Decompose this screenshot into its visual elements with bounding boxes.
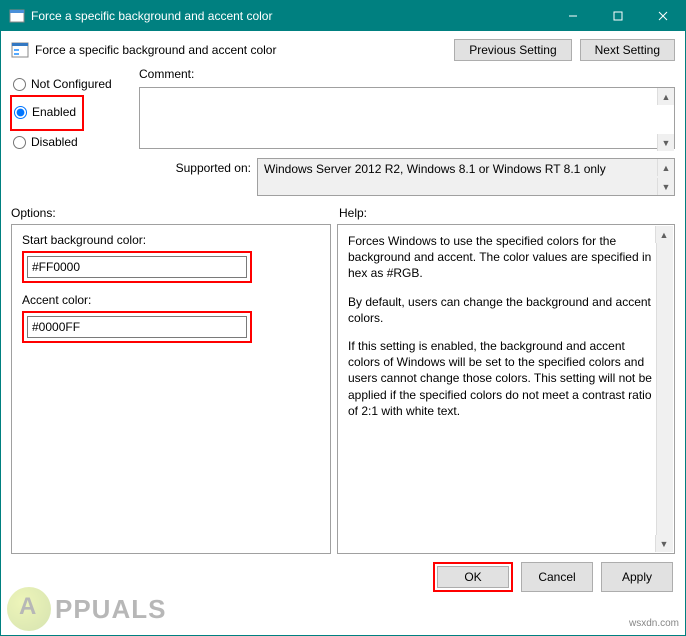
scroll-up-icon[interactable]: ▲ <box>657 159 674 176</box>
help-section-label: Help: <box>335 206 675 220</box>
bg-color-input[interactable] <box>27 256 247 278</box>
bg-color-label: Start background color: <box>22 233 320 247</box>
options-pane: Start background color: Accent color: <box>11 224 331 554</box>
accent-color-input[interactable] <box>27 316 247 338</box>
minimize-button[interactable] <box>550 1 595 31</box>
help-paragraph: By default, users can change the backgro… <box>348 294 652 326</box>
scroll-down-icon[interactable]: ▼ <box>657 134 674 151</box>
radio-enabled[interactable]: Enabled <box>14 105 76 119</box>
previous-setting-button[interactable]: Previous Setting <box>454 39 571 61</box>
options-section-label: Options: <box>11 206 335 220</box>
radio-not-configured[interactable]: Not Configured <box>13 77 131 91</box>
window-title: Force a specific background and accent c… <box>31 9 550 23</box>
scroll-up-icon[interactable]: ▲ <box>655 226 672 243</box>
scroll-down-icon[interactable]: ▼ <box>657 178 674 195</box>
next-setting-button[interactable]: Next Setting <box>580 39 675 61</box>
radio-disabled[interactable]: Disabled <box>13 135 131 149</box>
help-paragraph: Forces Windows to use the specified colo… <box>348 233 652 282</box>
help-pane: Forces Windows to use the specified colo… <box>337 224 675 554</box>
help-scrollbar[interactable]: ▲ ▼ <box>656 226 673 552</box>
policy-header-title: Force a specific background and accent c… <box>35 43 454 57</box>
comment-label: Comment: <box>139 67 675 81</box>
scroll-down-icon[interactable]: ▼ <box>655 535 672 552</box>
maximize-button[interactable] <box>595 1 640 31</box>
scroll-up-icon[interactable]: ▲ <box>657 88 674 105</box>
accent-color-label: Accent color: <box>22 293 320 307</box>
help-paragraph: If this setting is enabled, the backgrou… <box>348 338 652 419</box>
cancel-button[interactable]: Cancel <box>521 562 593 592</box>
radio-disabled-label: Disabled <box>31 135 78 149</box>
apply-button[interactable]: Apply <box>601 562 673 592</box>
radio-disabled-input[interactable] <box>13 136 26 149</box>
titlebar: Force a specific background and accent c… <box>1 1 685 31</box>
radio-enabled-input[interactable] <box>14 106 27 119</box>
supported-on-value: Windows Server 2012 R2, Windows 8.1 or W… <box>257 158 675 196</box>
supported-on-label: Supported on: <box>139 158 251 175</box>
close-button[interactable] <box>640 1 685 31</box>
policy-icon <box>11 41 29 59</box>
source-watermark: wsxdn.com <box>629 618 679 629</box>
ok-button[interactable]: OK <box>437 566 509 588</box>
state-radio-group: Not Configured Enabled Disabled <box>11 67 131 159</box>
radio-not-configured-input[interactable] <box>13 78 26 91</box>
radio-not-configured-label: Not Configured <box>31 77 112 91</box>
radio-enabled-label: Enabled <box>32 105 76 119</box>
comment-textarea[interactable] <box>139 87 675 149</box>
policy-window-icon <box>9 8 25 24</box>
